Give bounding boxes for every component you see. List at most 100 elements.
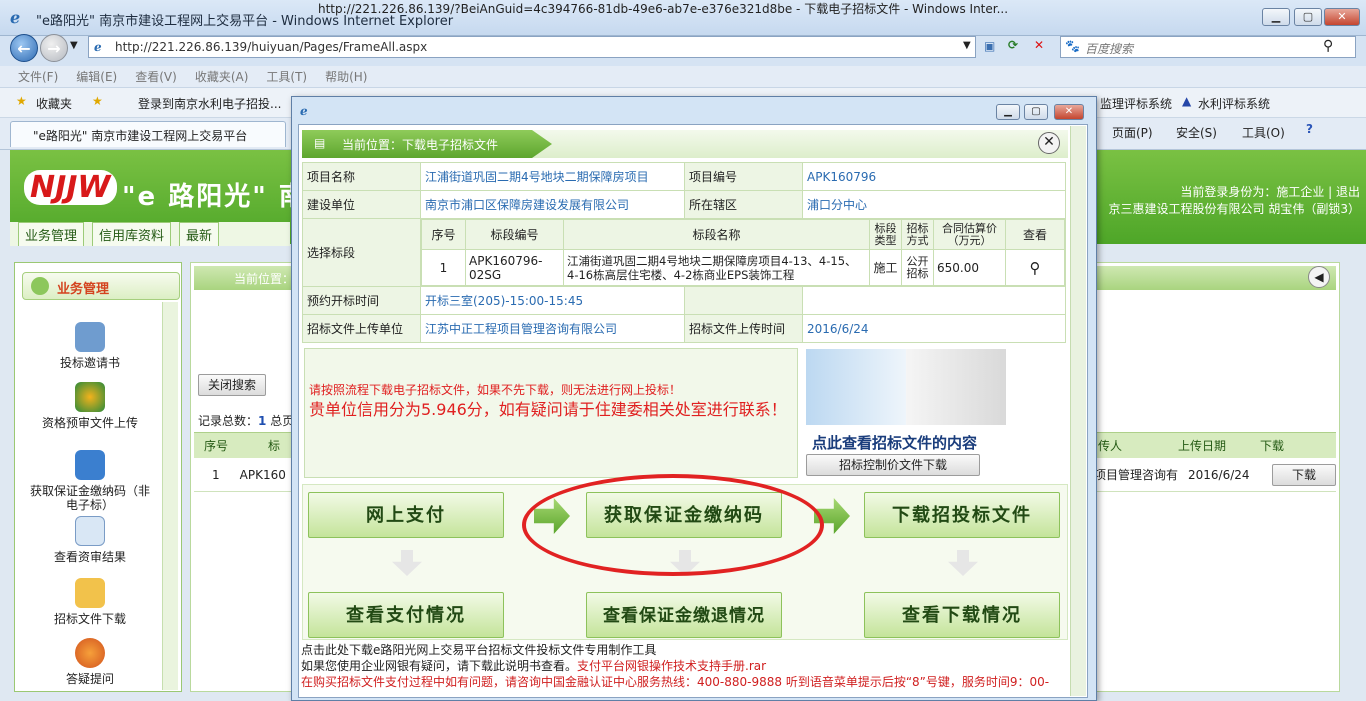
- menu-favorites[interactable]: 收藏夹(A): [195, 70, 249, 84]
- forward-button[interactable]: →: [40, 34, 68, 62]
- sidebar-item-deposit-code[interactable]: 获取保证金缴纳码（非电子标）: [30, 450, 150, 512]
- bank-manual-link[interactable]: 支付平台网银操作技术支持手册.rar: [577, 659, 766, 673]
- upload-time-label: 招标文件上传时间: [684, 314, 803, 343]
- search-icon[interactable]: ⚲: [1323, 38, 1333, 54]
- notice-download-first: 请按照流程下载电子招标文件，如果不先下载，则无法进行网上投标！: [309, 383, 682, 397]
- open-time-label: 预约开标时间: [302, 286, 421, 315]
- tool-download-link[interactable]: 点击此处下载e路阳光网上交易平台招标文件投标文件专用制作工具: [301, 642, 1067, 658]
- expand-icon[interactable]: ◀: [1308, 266, 1330, 288]
- project-info-table: 项目名称 江浦街道巩固二期4号地块二期保障房项目 项目编号 APK160796 …: [302, 162, 1066, 343]
- cmd-page[interactable]: 页面(P): [1112, 124, 1153, 141]
- view-deposit-status-button[interactable]: 查看保证金缴退情况: [586, 592, 782, 638]
- invitation-icon: [75, 322, 105, 352]
- ie-icon: ℯ: [10, 8, 21, 27]
- sidebar-title: 业务管理: [57, 282, 110, 297]
- address-bar[interactable]: ℯ http://221.226.86.139/huiyuan/Pages/Fr…: [88, 36, 976, 58]
- nav-business[interactable]: 业务管理: [18, 222, 85, 246]
- sidebar-item-doc-download[interactable]: 招标文件下载: [30, 578, 150, 626]
- view-pay-status-button[interactable]: 查看支付情况: [308, 592, 504, 638]
- open-time: 开标三室(205)-15:00-15:45: [420, 286, 685, 315]
- notice-box: 请按照流程下载电子招标文件，如果不先下载，则无法进行网上投标！ 贵单位信用分为5…: [304, 348, 798, 478]
- nav-latest[interactable]: 最新: [179, 222, 220, 246]
- sidebar-item-qa[interactable]: 答疑提问: [30, 638, 150, 686]
- cmd-safety[interactable]: 安全(S): [1176, 124, 1217, 141]
- hotline-text: 在购买招标文件支付过程中如有问题，请咨询中国金融认证中心服务热线：400-880…: [301, 675, 1050, 689]
- fav-link-2[interactable]: 监理评标系统: [1100, 95, 1172, 112]
- row-download-button[interactable]: 下载: [1272, 464, 1336, 486]
- upload-icon: [75, 382, 105, 412]
- builder: 南京市浦口区保障房建设发展有限公司: [420, 190, 685, 219]
- search-placeholder: 百度搜索: [1085, 42, 1134, 56]
- popup-minimize-button[interactable]: ▁: [996, 104, 1020, 120]
- view-content-link[interactable]: 点此查看招标文件的内容: [812, 432, 977, 453]
- minimize-button[interactable]: ▁: [1262, 8, 1290, 26]
- panel-close-icon[interactable]: ✕: [1038, 132, 1060, 154]
- deposit-icon: [75, 450, 105, 480]
- company-user: 京三惠建设工程股份有限公司 胡宝伟（副锁3）: [1108, 202, 1360, 216]
- popup-footer: 点击此处下载e路阳光网上交易平台招标文件投标文件专用制作工具 如果您使用企业网银…: [301, 642, 1067, 690]
- section-row[interactable]: 1 APK160796-02SG 江浦街道巩固二期4号地块二期保障房项目4-13…: [421, 249, 1065, 286]
- view-magnifier-icon[interactable]: ⚲: [1005, 249, 1065, 286]
- online-pay-button[interactable]: 网上支付: [308, 492, 504, 538]
- project-name: 江浦街道巩固二期4号地块二期保障房项目: [420, 162, 685, 191]
- site-nav: 业务管理 信用库资料 最新: [10, 222, 290, 246]
- add-favorite-icon[interactable]: ★: [92, 94, 103, 108]
- nav-credit[interactable]: 信用库资料: [92, 222, 172, 246]
- site-logo: NJJW: [24, 170, 117, 205]
- book-icon: ▤: [314, 136, 326, 150]
- help-icon[interactable]: ?: [1306, 122, 1313, 136]
- search-box[interactable]: 🐾 百度搜索 ⚲: [1060, 36, 1356, 58]
- sidebar-item-prequal-result[interactable]: 查看资审结果: [30, 516, 150, 564]
- fav-link-3[interactable]: 水利评标系统: [1198, 95, 1270, 112]
- project-no: APK160796: [802, 162, 1066, 191]
- question-icon: [75, 638, 105, 668]
- login-identity: 当前登录身份为：施工企业 | 退出: [1180, 185, 1360, 199]
- menu-file[interactable]: 文件(F): [18, 70, 58, 84]
- table-row: 1 APK160: [194, 458, 294, 492]
- sidebar-item-invitation[interactable]: 投标邀请书: [30, 322, 150, 370]
- popup-close-button[interactable]: ✕: [1054, 104, 1084, 120]
- sidebar-scrollbar[interactable]: [162, 302, 178, 690]
- close-search-button[interactable]: 关闭搜索: [198, 374, 266, 396]
- builder-label: 建设单位: [302, 190, 421, 219]
- document-preview-image[interactable]: [806, 349, 1006, 425]
- popup-scrollbar[interactable]: [1070, 126, 1086, 696]
- sidebar-header: 业务管理: [22, 272, 180, 300]
- menu-tools[interactable]: 工具(T): [266, 70, 307, 84]
- fav-link-3-icon: ▲: [1182, 94, 1192, 108]
- bank-help-text: 如果您使用企业网银有疑问，请下载此说明书查看。: [301, 659, 578, 673]
- close-button[interactable]: ✕: [1324, 8, 1360, 26]
- favorites-button[interactable]: 收藏夹: [36, 95, 72, 112]
- address-dropdown-icon[interactable]: ▼: [963, 40, 971, 51]
- maximize-button[interactable]: ▢: [1294, 8, 1322, 26]
- cmd-tools[interactable]: 工具(O): [1242, 124, 1285, 141]
- popup-maximize-button[interactable]: ▢: [1024, 104, 1048, 120]
- price-file-download-button[interactable]: 招标控制价文件下载: [806, 454, 980, 476]
- sidebar-item-prequal-upload[interactable]: 资格预审文件上传: [30, 382, 150, 430]
- menu-edit[interactable]: 编辑(E): [76, 70, 117, 84]
- download-bid-file-button[interactable]: 下载招投标文件: [864, 492, 1060, 538]
- fav-link-1[interactable]: 登录到南京水利电子招投...: [138, 95, 281, 112]
- folder-icon: [75, 578, 105, 608]
- view-download-status-button[interactable]: 查看下载情况: [864, 592, 1060, 638]
- back-button[interactable]: ←: [10, 34, 38, 62]
- baidu-icon: 🐾: [1065, 39, 1080, 53]
- menu-view[interactable]: 查看(V): [135, 70, 177, 84]
- uploader-label: 招标文件上传单位: [302, 314, 421, 343]
- refresh-icon[interactable]: ⟳: [1008, 38, 1018, 52]
- notice-credit: 贵单位信用分为5.946分，如有疑问请于住建委相关处室进行联系！: [309, 400, 787, 419]
- browser-tab[interactable]: "e路阳光" 南京市建设工程网上交易平台: [10, 121, 286, 147]
- stop-icon[interactable]: ✕: [1034, 38, 1044, 52]
- record-count: 记录总数：1 总页: [198, 414, 295, 428]
- breadcrumb-arrow: ▤ 当前位置：下载电子招标文件: [302, 130, 552, 158]
- page-icon: ℯ: [94, 40, 102, 54]
- uploader: 江苏中正工程项目管理咨询有限公司: [420, 314, 685, 343]
- compat-view-icon[interactable]: ▣: [984, 39, 995, 53]
- history-dropdown-icon[interactable]: ▼: [70, 40, 78, 51]
- section-table: 序号 标段编号 标段名称 标段类型 招标方式 合同估算价（万元） 查看 1 AP…: [421, 219, 1065, 286]
- menu-help[interactable]: 帮助(H): [325, 70, 367, 84]
- grid-header-left: 序号标: [194, 432, 294, 458]
- upload-time: 2016/6/24: [802, 314, 1066, 343]
- popup-title: http://221.226.86.139/?BeiAnGuid=4c39476…: [318, 2, 1009, 16]
- user-info: 当前登录身份为：施工企业 | 退出 京三惠建设工程股份有限公司 胡宝伟（副锁3）: [1100, 184, 1360, 218]
